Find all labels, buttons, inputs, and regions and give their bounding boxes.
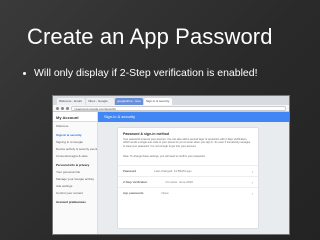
slide-bullet: Will only display if 2-Step verification… — [23, 67, 258, 79]
bullet-dot-icon — [23, 71, 26, 75]
sidebar-item[interactable]: Control your content — [53, 189, 97, 196]
app-passwords-row[interactable]: App passwords None › — [118, 187, 258, 198]
account-app: My Account Welcome Sign-in & security Si… — [53, 112, 289, 234]
account-main: Sign-in & security Password & sign-in me… — [98, 112, 289, 234]
browser-tab-active[interactable]: Sign-in & security — [144, 98, 172, 105]
sidebar-section[interactable]: Account preferences — [53, 198, 97, 205]
sidebar-item[interactable]: Welcome — [53, 122, 97, 129]
browser-url-bar: myaccount.google.com/security — [53, 105, 289, 112]
browser-tab[interactable]: Inbox - Google — [86, 98, 114, 105]
sidebar-title: My Account — [53, 112, 97, 122]
row-label: Password — [123, 169, 137, 174]
url-input[interactable]: myaccount.google.com/security — [71, 105, 286, 111]
row-value: Last changed: 11:56AM ago — [154, 169, 192, 174]
back-icon[interactable] — [56, 106, 59, 110]
browser-tab-bar: Welcome - Email Inbox - Google googledri… — [53, 96, 289, 105]
page-header: Sign-in & security — [98, 112, 289, 122]
row-value: None — [161, 191, 169, 196]
card-description: Your password protects your account. You… — [123, 138, 251, 148]
chevron-right-icon: › — [251, 168, 253, 174]
chevron-right-icon: › — [251, 190, 253, 196]
browser-tab[interactable]: googledrive - Goo — [115, 98, 143, 105]
browser-tab[interactable]: Welcome - Email — [57, 98, 85, 105]
slide-bullet-text: Will only display if 2-Step verification… — [34, 67, 258, 79]
sidebar-section[interactable]: Sign-in & security — [53, 131, 97, 138]
row-label: App passwords — [123, 191, 144, 196]
two-step-row[interactable]: 2-Step Verification On since: June 2016 … — [118, 176, 258, 187]
embedded-screenshot: Welcome - Email Inbox - Google googledri… — [52, 95, 290, 235]
card-title: Password & sign-in method — [123, 132, 170, 136]
chevron-right-icon: › — [251, 179, 253, 185]
account-sidebar: My Account Welcome Sign-in & security Si… — [53, 112, 98, 234]
sidebar-item[interactable]: Your personal info — [53, 168, 97, 175]
sidebar-section[interactable]: Personal info & privacy — [53, 161, 97, 168]
sidebar-item[interactable]: Manage your Google activity — [53, 175, 97, 182]
sidebar-item[interactable]: Ads settings — [53, 182, 97, 189]
row-value: On since: June 2016 — [165, 180, 193, 185]
slide-title: Create an App Password — [27, 24, 273, 49]
password-row[interactable]: Password Last changed: 11:56AM ago › — [118, 165, 258, 176]
sidebar-item[interactable]: Device activity & security events — [53, 145, 97, 152]
reload-icon[interactable] — [66, 106, 69, 110]
forward-icon[interactable] — [61, 106, 64, 110]
row-label: 2-Step Verification — [123, 180, 148, 185]
sidebar-item[interactable]: Signing in to Google — [53, 138, 97, 145]
password-card: Password & sign-in method Your password … — [118, 128, 258, 228]
sidebar-item[interactable]: Connected apps & sites — [53, 152, 97, 159]
